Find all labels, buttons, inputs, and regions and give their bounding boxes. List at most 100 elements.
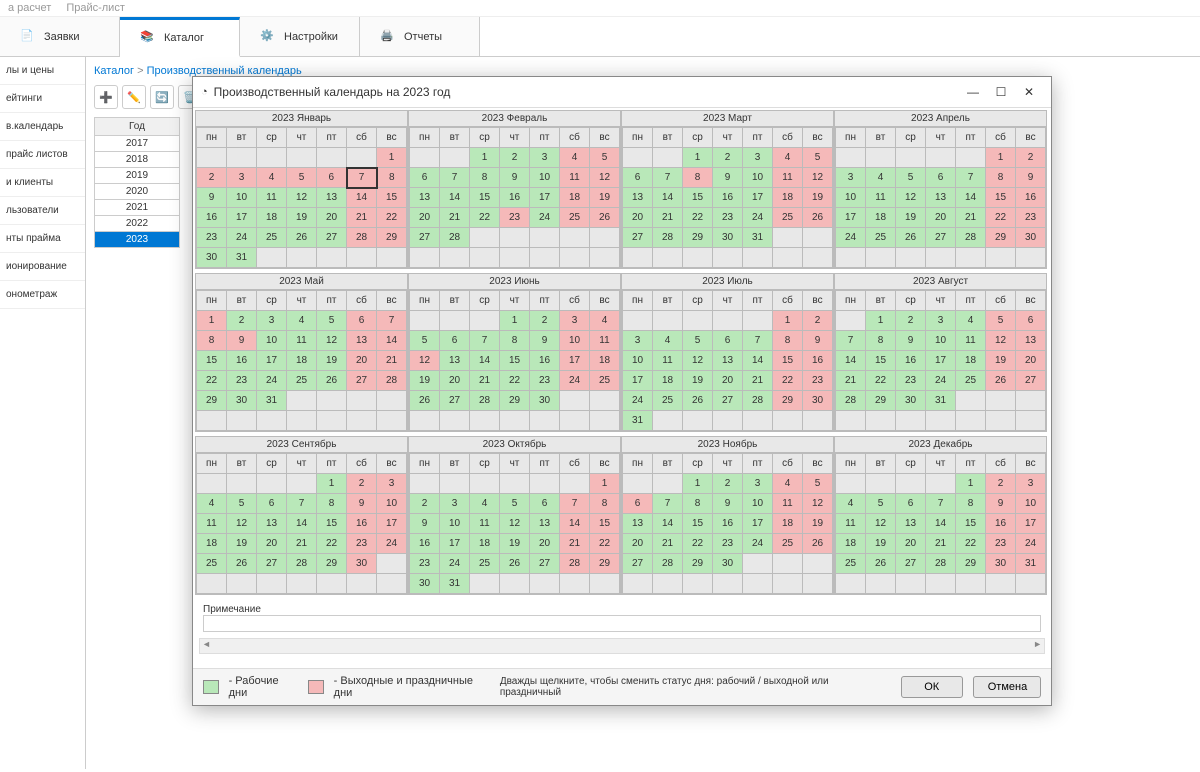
day-cell[interactable]: 16: [713, 514, 743, 534]
day-cell[interactable]: 6: [440, 331, 470, 351]
day-cell[interactable]: 5: [683, 331, 713, 351]
day-cell[interactable]: 24: [743, 208, 773, 228]
day-cell[interactable]: 11: [470, 514, 500, 534]
day-cell[interactable]: 21: [440, 208, 470, 228]
day-cell[interactable]: 23: [896, 371, 926, 391]
day-cell[interactable]: 13: [440, 351, 470, 371]
day-cell[interactable]: 9: [530, 331, 560, 351]
day-cell[interactable]: 26: [866, 554, 896, 574]
day-cell[interactable]: 25: [470, 554, 500, 574]
day-cell[interactable]: 19: [317, 351, 347, 371]
day-cell[interactable]: 15: [956, 514, 986, 534]
day-cell[interactable]: 13: [713, 351, 743, 371]
day-cell[interactable]: 8: [986, 168, 1016, 188]
day-cell[interactable]: 25: [773, 208, 803, 228]
day-cell[interactable]: 4: [197, 494, 227, 514]
day-cell[interactable]: 16: [410, 534, 440, 554]
day-cell[interactable]: 19: [803, 514, 833, 534]
day-cell[interactable]: 8: [956, 494, 986, 514]
day-cell[interactable]: 30: [530, 391, 560, 411]
day-cell[interactable]: 5: [986, 311, 1016, 331]
day-cell[interactable]: 27: [317, 228, 347, 248]
day-cell[interactable]: 14: [287, 514, 317, 534]
day-cell[interactable]: 7: [560, 494, 590, 514]
day-cell[interactable]: 10: [377, 494, 407, 514]
day-cell[interactable]: 17: [1016, 514, 1046, 534]
day-cell[interactable]: 2: [713, 148, 743, 168]
day-cell[interactable]: 22: [866, 371, 896, 391]
day-cell[interactable]: 14: [653, 514, 683, 534]
day-cell[interactable]: 9: [1016, 168, 1046, 188]
day-cell[interactable]: 27: [713, 391, 743, 411]
day-cell[interactable]: 19: [227, 534, 257, 554]
day-cell[interactable]: 5: [896, 168, 926, 188]
day-cell[interactable]: 20: [347, 351, 377, 371]
day-cell[interactable]: 6: [257, 494, 287, 514]
day-cell[interactable]: 25: [836, 554, 866, 574]
day-cell[interactable]: 31: [1016, 554, 1046, 574]
year-item[interactable]: 2018: [94, 152, 180, 168]
day-cell[interactable]: 4: [773, 474, 803, 494]
day-cell[interactable]: 28: [653, 228, 683, 248]
day-cell[interactable]: 15: [590, 514, 620, 534]
menu-item[interactable]: Прайс-лист: [66, 2, 125, 14]
day-cell[interactable]: 2: [896, 311, 926, 331]
day-cell[interactable]: 31: [227, 248, 257, 268]
day-cell[interactable]: 27: [896, 554, 926, 574]
day-cell[interactable]: 20: [623, 208, 653, 228]
year-item[interactable]: 2020: [94, 184, 180, 200]
day-cell[interactable]: 8: [866, 331, 896, 351]
day-cell[interactable]: 5: [500, 494, 530, 514]
day-cell[interactable]: 2: [197, 168, 227, 188]
day-cell[interactable]: 5: [227, 494, 257, 514]
day-cell[interactable]: 5: [590, 148, 620, 168]
day-cell[interactable]: 13: [623, 514, 653, 534]
day-cell[interactable]: 3: [743, 474, 773, 494]
day-cell[interactable]: 28: [347, 228, 377, 248]
day-cell[interactable]: 14: [836, 351, 866, 371]
day-cell[interactable]: 13: [317, 188, 347, 208]
day-cell[interactable]: 21: [836, 371, 866, 391]
day-cell[interactable]: 18: [470, 534, 500, 554]
day-cell[interactable]: 21: [653, 534, 683, 554]
day-cell[interactable]: 26: [317, 371, 347, 391]
day-cell[interactable]: 15: [317, 514, 347, 534]
day-cell[interactable]: 22: [683, 534, 713, 554]
day-cell[interactable]: 9: [500, 168, 530, 188]
day-cell[interactable]: 9: [713, 494, 743, 514]
day-cell[interactable]: 18: [590, 351, 620, 371]
day-cell[interactable]: 28: [836, 391, 866, 411]
day-cell[interactable]: 11: [560, 168, 590, 188]
day-cell[interactable]: 1: [317, 474, 347, 494]
day-cell[interactable]: 11: [773, 494, 803, 514]
day-cell[interactable]: 20: [1016, 351, 1046, 371]
day-cell[interactable]: 29: [683, 554, 713, 574]
day-cell[interactable]: 12: [986, 331, 1016, 351]
day-cell[interactable]: 3: [926, 311, 956, 331]
day-cell[interactable]: 12: [683, 351, 713, 371]
day-cell[interactable]: 26: [986, 371, 1016, 391]
day-cell[interactable]: 15: [197, 351, 227, 371]
day-cell[interactable]: 12: [590, 168, 620, 188]
day-cell[interactable]: 10: [1016, 494, 1046, 514]
day-cell[interactable]: 29: [317, 554, 347, 574]
day-cell[interactable]: 7: [653, 168, 683, 188]
day-cell[interactable]: 5: [317, 311, 347, 331]
day-cell[interactable]: 13: [926, 188, 956, 208]
day-cell[interactable]: 24: [227, 228, 257, 248]
day-cell[interactable]: 21: [926, 534, 956, 554]
day-cell[interactable]: 8: [377, 168, 407, 188]
day-cell[interactable]: 3: [377, 474, 407, 494]
tab-requests[interactable]: 📄Заявки: [0, 17, 120, 56]
day-cell[interactable]: 10: [440, 514, 470, 534]
day-cell[interactable]: 13: [347, 331, 377, 351]
day-cell[interactable]: 19: [986, 351, 1016, 371]
day-cell[interactable]: 26: [896, 228, 926, 248]
day-cell[interactable]: 15: [683, 514, 713, 534]
day-cell[interactable]: 5: [866, 494, 896, 514]
day-cell[interactable]: 17: [560, 351, 590, 371]
day-cell[interactable]: 8: [773, 331, 803, 351]
day-cell[interactable]: 5: [803, 474, 833, 494]
day-cell[interactable]: 4: [590, 311, 620, 331]
day-cell[interactable]: 3: [560, 311, 590, 331]
